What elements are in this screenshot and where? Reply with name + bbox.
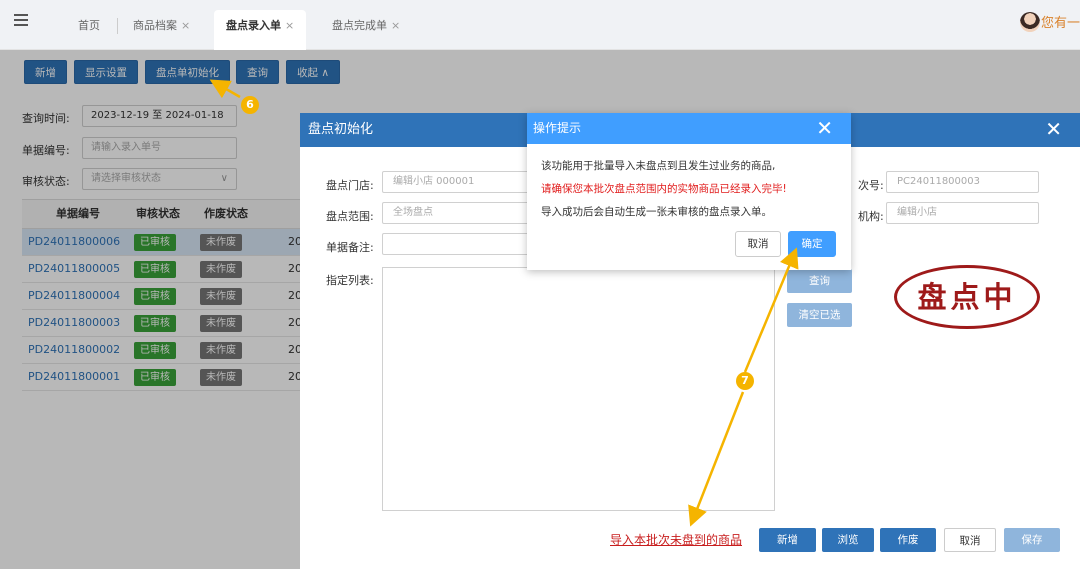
step7-arrow-down [688,391,745,527]
step-6-marker: 6 [241,96,259,114]
step6-arrow [209,79,241,99]
step7-arrow-up [743,247,799,373]
annotation-arrows [209,79,799,527]
step-7-marker: 7 [736,372,754,390]
